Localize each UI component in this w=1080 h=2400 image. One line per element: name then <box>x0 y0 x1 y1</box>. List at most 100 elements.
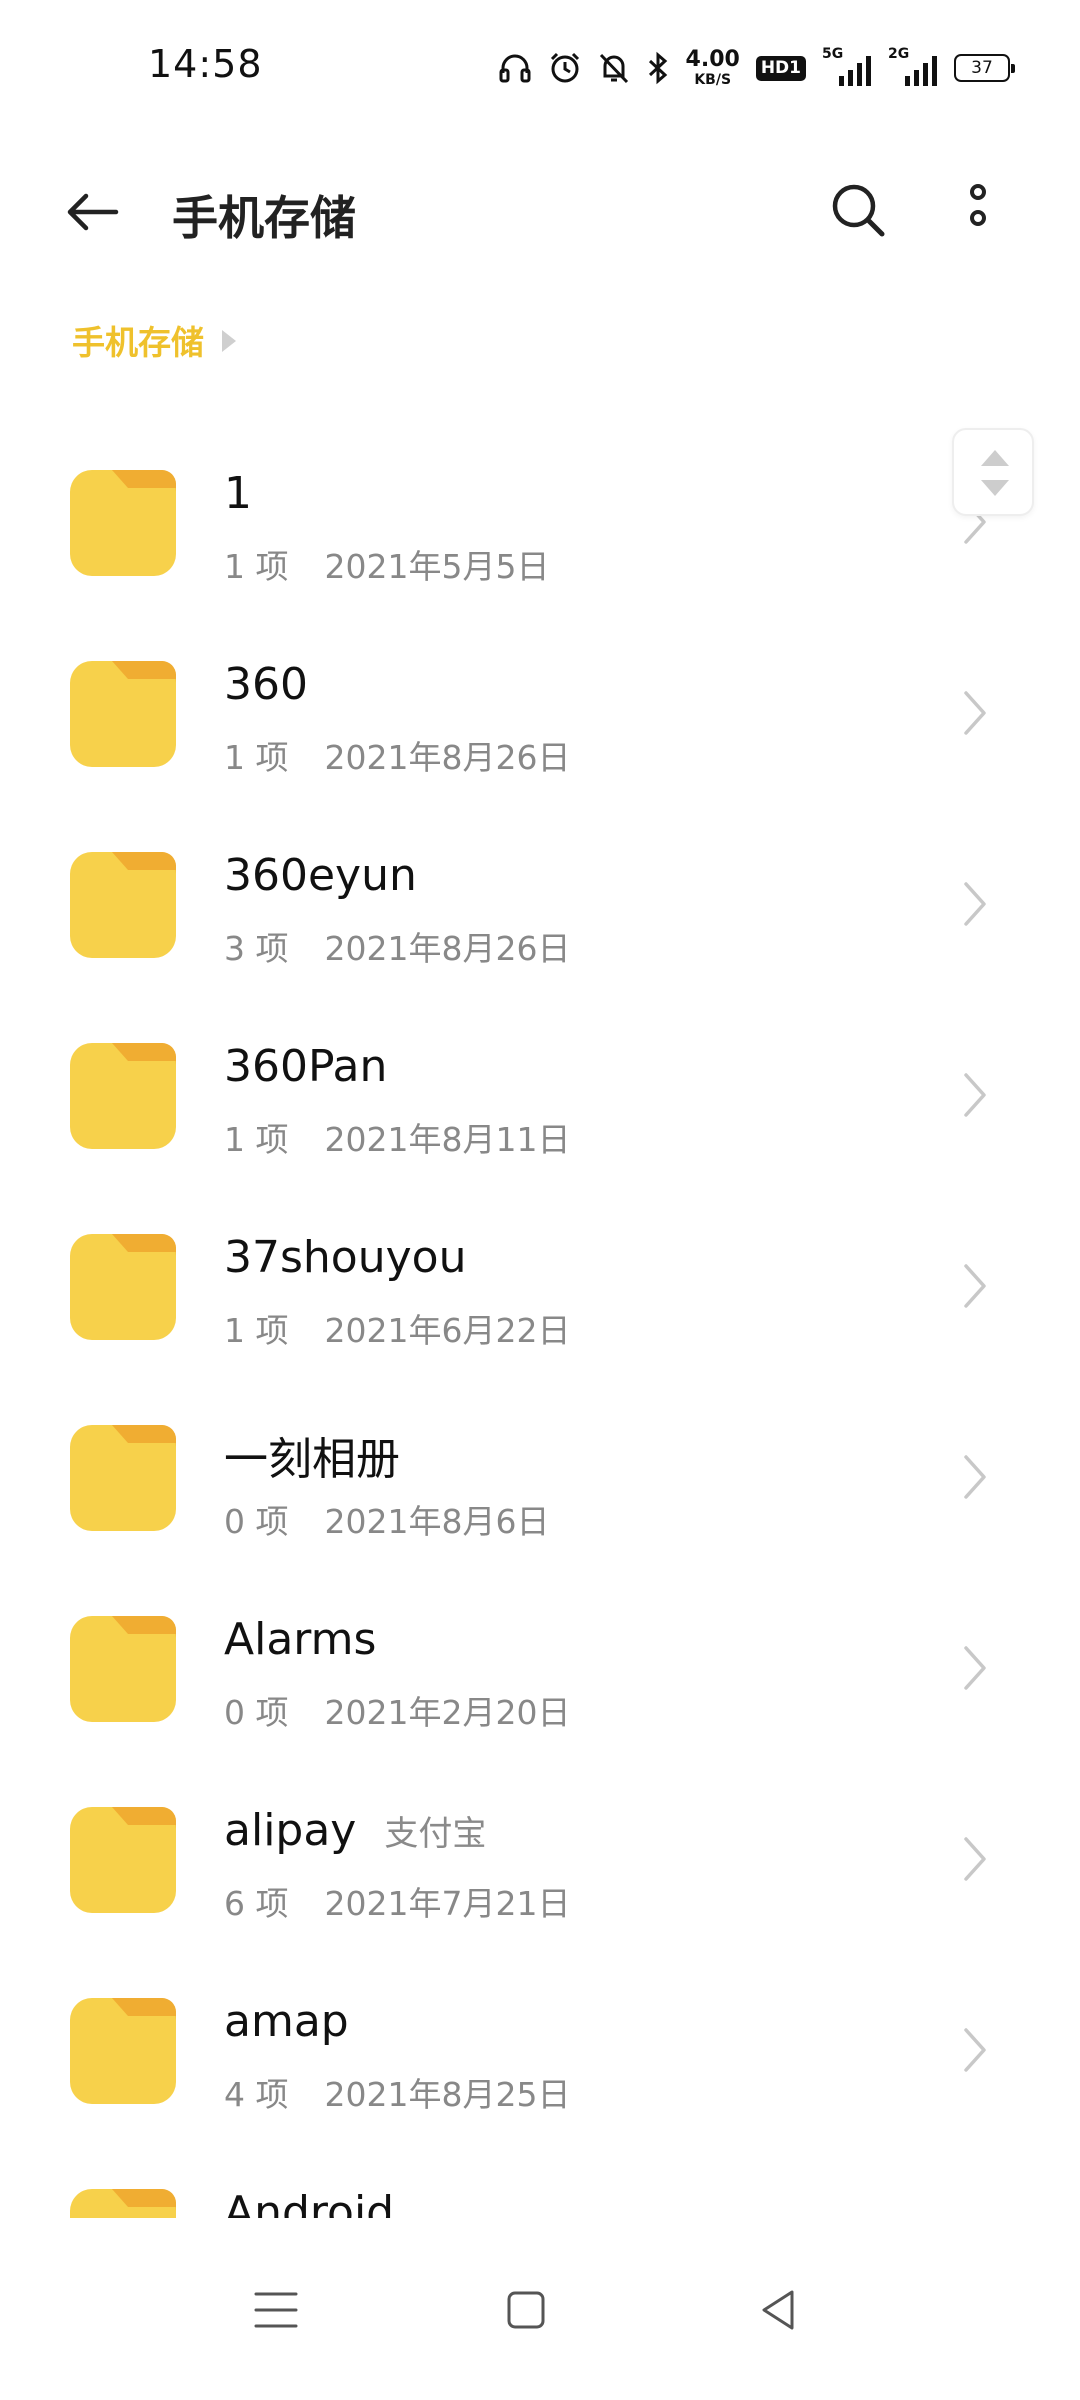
folder-name: 一刻相册 <box>224 1423 400 1487</box>
folder-meta: 3 项 2021年8月26日 <box>224 922 570 970</box>
folder-name: 360 <box>224 659 308 710</box>
folder-name-text: 1 <box>224 468 252 519</box>
status-icons: 4.00 KB/S HD1 5G 2G 37 <box>498 44 1015 92</box>
modified-date: 2021年8月26日 <box>324 738 571 777</box>
home-square-icon <box>507 2291 545 2329</box>
battery-icon: 37 <box>954 54 1015 82</box>
status-time: 14:58 <box>148 42 263 86</box>
modified-date: 2021年2月20日 <box>324 1693 571 1732</box>
search-button[interactable] <box>826 178 890 242</box>
back-button[interactable] <box>60 180 124 244</box>
file-row[interactable]: Android <box>0 2119 1080 2218</box>
folder-name-text: 37shouyou <box>224 1232 467 1283</box>
back-nav-button[interactable] <box>750 2282 806 2338</box>
folder-name-text: 360eyun <box>224 850 417 901</box>
modified-date: 2021年7月21日 <box>324 1884 571 1923</box>
folder-meta: 4 项 2021年8月25日 <box>224 2068 570 2116</box>
signal-icon <box>905 56 937 86</box>
bell-off-icon <box>598 51 630 85</box>
search-icon <box>832 184 885 237</box>
signal-icon <box>839 56 871 86</box>
alarm-icon <box>548 51 582 85</box>
folder-icon <box>70 852 176 958</box>
back-triangle-icon <box>762 2290 794 2330</box>
modified-date: 2021年8月6日 <box>324 1502 550 1541</box>
chevron-right-icon <box>962 880 988 928</box>
folder-alias: 支付宝 <box>384 1814 487 1854</box>
scroll-up-icon <box>981 450 1009 466</box>
folder-icon <box>70 1425 176 1531</box>
folder-name: 360eyun <box>224 850 417 901</box>
breadcrumb-item-phone-storage[interactable]: 手机存储 <box>72 316 204 364</box>
folder-name: alipay 支付宝 <box>224 1805 486 1856</box>
folder-name-text: 360 <box>224 659 308 710</box>
folder-meta: 1 项 2021年5月5日 <box>224 540 549 588</box>
chevron-right-icon <box>962 1835 988 1883</box>
folder-icon <box>70 1807 176 1913</box>
app-header: 手机存储 <box>0 150 1080 270</box>
folder-name: 360Pan <box>224 1041 387 1092</box>
file-row[interactable]: 37shouyou 1 项 2021年6月22日 <box>0 1164 1080 1355</box>
modified-date: 2021年5月5日 <box>324 547 550 586</box>
item-count: 0 项 <box>224 1693 289 1732</box>
folder-name: amap <box>224 1996 349 2047</box>
item-count: 4 项 <box>224 2075 289 2114</box>
folder-meta: 6 项 2021年7月21日 <box>224 1877 570 1925</box>
folder-name-text: alipay <box>224 1805 357 1856</box>
folder-meta: 0 项 2021年8月6日 <box>224 1495 549 1543</box>
hd-badge: HD1 <box>755 55 806 81</box>
chevron-right-icon <box>962 1262 988 1310</box>
file-row[interactable]: amap 4 项 2021年8月25日 <box>0 1928 1080 2119</box>
folder-icon <box>70 1998 176 2104</box>
file-row[interactable]: 360Pan 1 项 2021年8月11日 <box>0 973 1080 1164</box>
folder-icon <box>70 470 176 576</box>
folder-icon <box>70 1234 176 1340</box>
item-count: 6 项 <box>224 1884 289 1923</box>
item-count: 0 项 <box>224 1502 289 1541</box>
folder-name: Android <box>224 2187 394 2218</box>
file-row[interactable]: 1 1 项 2021年5月5日 <box>0 400 1080 591</box>
folder-name-text: amap <box>224 1996 349 2047</box>
chevron-right-icon <box>962 1644 988 1692</box>
file-row[interactable]: 360eyun 3 项 2021年8月26日 <box>0 782 1080 973</box>
chevron-right-icon <box>962 1071 988 1119</box>
folder-icon <box>70 661 176 767</box>
item-count: 1 项 <box>224 1120 289 1159</box>
file-row[interactable]: Alarms 0 项 2021年2月20日 <box>0 1546 1080 1737</box>
folder-meta: 1 项 2021年8月26日 <box>224 731 570 779</box>
network-speed: 4.00 KB/S <box>685 47 740 88</box>
modified-date: 2021年6月22日 <box>324 1311 571 1350</box>
fast-scroll-handle[interactable] <box>952 428 1034 516</box>
sim1-signal: 5G <box>822 46 872 86</box>
file-row[interactable]: 360 1 项 2021年8月26日 <box>0 591 1080 782</box>
folder-name: 37shouyou <box>224 1232 466 1283</box>
file-list[interactable]: 1 1 项 2021年5月5日 360 1 项 2021年8月26日 360eyun 3 项 2… <box>0 400 1080 2218</box>
more-vertical-icon <box>970 184 986 226</box>
back-arrow-icon <box>67 193 119 231</box>
folder-meta: 0 项 2021年2月20日 <box>224 1686 570 1734</box>
bluetooth-icon <box>646 51 670 85</box>
menu-icon <box>254 2292 298 2328</box>
item-count: 1 项 <box>224 547 289 586</box>
folder-name: Alarms <box>224 1614 376 1665</box>
scroll-down-icon <box>981 480 1009 496</box>
folder-icon <box>70 1616 176 1722</box>
folder-name: 1 <box>224 468 252 519</box>
home-button[interactable] <box>498 2282 554 2338</box>
recents-button[interactable] <box>248 2282 304 2338</box>
chevron-right-icon <box>962 1453 988 1501</box>
modified-date: 2021年8月25日 <box>324 2075 571 2114</box>
battery-level: 37 <box>971 58 993 78</box>
file-row[interactable]: alipay 支付宝 6 项 2021年7月21日 <box>0 1737 1080 1928</box>
page-title: 手机存储 <box>172 191 356 245</box>
folder-icon <box>70 1043 176 1149</box>
navigation-bar <box>0 2218 1080 2400</box>
folder-name-text: 360Pan <box>224 1041 388 1092</box>
folder-name-text: Alarms <box>224 1614 377 1665</box>
modified-date: 2021年8月11日 <box>324 1120 571 1159</box>
modified-date: 2021年8月26日 <box>324 929 571 968</box>
file-row[interactable]: 一刻相册 0 项 2021年8月6日 <box>0 1355 1080 1546</box>
status-bar: 14:58 4.00 KB/S HD1 5G 2G 37 <box>0 0 1080 135</box>
more-options-button[interactable] <box>950 178 1006 242</box>
item-count: 1 项 <box>224 1311 289 1350</box>
